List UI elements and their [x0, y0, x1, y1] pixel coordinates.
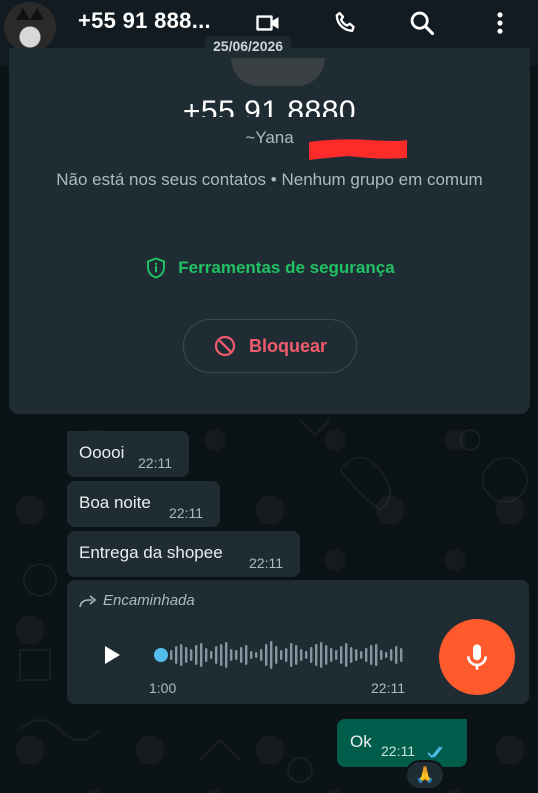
waveform-bar [365, 648, 368, 662]
waveform-bar [395, 646, 398, 664]
forward-arrow-icon [79, 594, 97, 607]
block-button[interactable]: Bloquear [183, 319, 357, 373]
waveform-bar [270, 641, 273, 669]
message-time: 22:11 [381, 743, 415, 759]
message-text: Ok [350, 732, 372, 751]
waveform-bar [200, 643, 203, 667]
card-contact-number: +55 91 8880 [182, 95, 357, 128]
avatar-cat-ear [16, 8, 30, 20]
block-label: Bloquear [248, 335, 327, 356]
more-vert-icon[interactable] [486, 9, 514, 37]
waveform-bar [325, 645, 328, 665]
waveform-bar [320, 642, 323, 668]
card-avatar [231, 58, 325, 86]
waveform-bar [225, 642, 228, 668]
incoming-message[interactable]: Entrega da shopee 22:11 [67, 531, 300, 577]
waveform-bar [315, 644, 318, 666]
waveform-bar [280, 650, 283, 660]
waveform-bar [275, 646, 278, 664]
waveform-bar [300, 649, 303, 661]
mic-icon [467, 644, 487, 670]
waveform-bar [375, 644, 378, 666]
incoming-message[interactable]: Boa noite 22:11 [67, 481, 220, 527]
play-button[interactable] [101, 644, 123, 666]
waveform-bar [265, 644, 268, 666]
waveform-bar [190, 649, 193, 661]
phone-icon[interactable] [332, 9, 360, 37]
waveform-bar [350, 647, 353, 663]
waveform-bar [180, 644, 183, 666]
waveform-bar [380, 650, 383, 660]
contact-title[interactable]: +55 91 888... [78, 8, 211, 34]
message-text: Boa noite [79, 493, 151, 512]
waveform-bar [340, 646, 343, 664]
waveform-bar [255, 652, 258, 658]
playback-position-handle[interactable] [154, 648, 168, 662]
card-alias: ~Yana [245, 128, 294, 147]
message-reaction[interactable]: 🙏 [405, 760, 445, 790]
waveform-bar [285, 648, 288, 662]
waveform-bar [330, 648, 333, 662]
message-time: 22:11 [169, 505, 203, 521]
voice-waveform[interactable] [153, 638, 403, 672]
search-icon[interactable] [408, 9, 436, 37]
waveform-bar [260, 649, 263, 661]
waveform-bar [175, 646, 178, 664]
mic-button[interactable] [439, 619, 515, 695]
block-icon [214, 335, 236, 357]
voice-time: 22:11 [371, 680, 405, 696]
contact-info-card: +55 91 8880 ~Yana Não está nos seus cont… [9, 48, 530, 414]
waveform-bar [305, 651, 308, 659]
waveform-bar [240, 647, 243, 663]
waveform-bar [245, 645, 248, 665]
waveform-bar [390, 649, 393, 661]
waveform-bar [205, 648, 208, 662]
voice-duration: 1:00 [149, 680, 177, 696]
waveform-bar [230, 649, 233, 661]
play-icon [105, 646, 120, 664]
forwarded-label: Encaminhada [103, 592, 195, 609]
waveform-bar [215, 646, 218, 664]
incoming-message[interactable]: Ooooi 22:11 [67, 431, 189, 477]
waveform-bar [310, 647, 313, 663]
message-text: Ooooi [79, 443, 125, 462]
waveform-bar [360, 651, 363, 659]
date-separator: 25/06/2026 [205, 36, 292, 56]
waveform-bar [385, 652, 388, 658]
video-icon[interactable] [254, 9, 282, 37]
read-ticks-icon [427, 746, 443, 759]
message-time: 22:11 [249, 555, 283, 571]
waveform-bar [335, 650, 338, 660]
outgoing-message[interactable]: Ok 22:11 [337, 719, 467, 767]
waveform-bar [370, 645, 373, 665]
security-tools-label: Ferramentas de segurança [178, 258, 395, 277]
card-contact-note: Não está nos seus contatos • Nenhum grup… [56, 170, 483, 189]
waveform-bar [400, 648, 403, 662]
contact-avatar[interactable] [4, 2, 56, 52]
shield-icon [147, 257, 166, 279]
waveform-bar [185, 647, 188, 663]
avatar-cat-ear [30, 8, 44, 20]
waveform-bar [220, 644, 223, 666]
security-tools-link[interactable]: Ferramentas de segurança [9, 256, 530, 280]
message-text: Entrega da shopee [79, 543, 223, 562]
waveform-bar [235, 650, 238, 660]
waveform-bar [290, 643, 293, 667]
waveform-bar [210, 651, 213, 659]
waveform-bar [355, 649, 358, 661]
waveform-bar [250, 651, 253, 659]
forwarded-indicator: Encaminhada [79, 592, 195, 609]
waveform-bar [295, 645, 298, 665]
message-time: 22:11 [138, 455, 172, 471]
waveform-bar [170, 650, 173, 660]
waveform-bar [345, 643, 348, 667]
waveform-bar [195, 645, 198, 665]
